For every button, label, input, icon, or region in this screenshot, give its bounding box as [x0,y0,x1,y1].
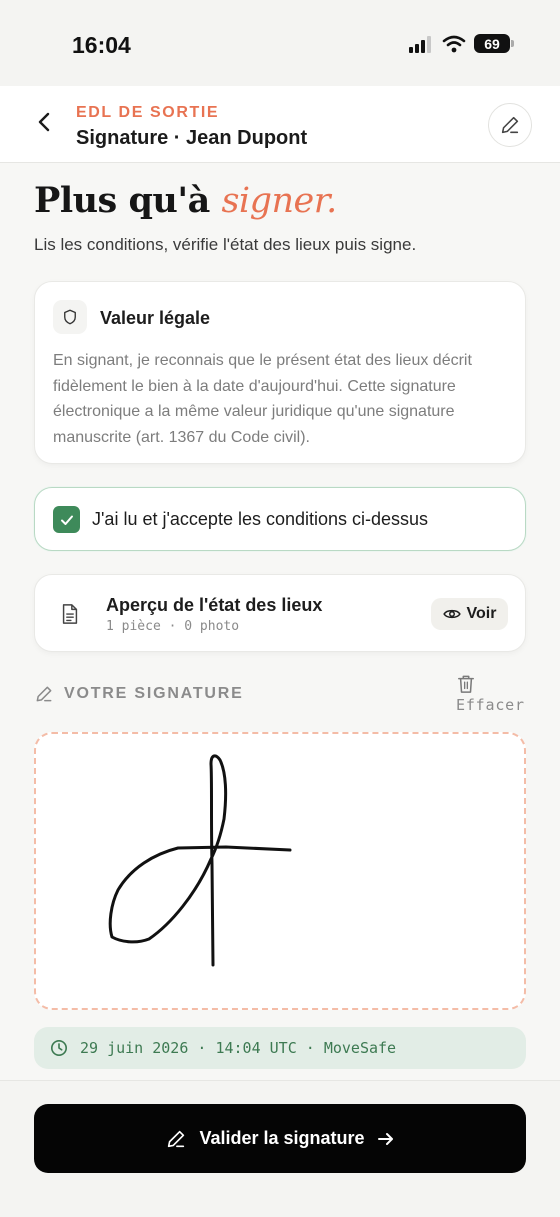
legal-icon-container [53,300,87,334]
legal-value-card: Valeur légale En signant, je reconnais q… [34,281,526,464]
clock-icon [50,1039,68,1057]
pencil-icon [168,1130,185,1147]
clear-signature-label: Effacer [456,696,525,714]
signature-timestamp: 29 juin 2026 · 14:04 UTC · MoveSafe [34,1027,526,1069]
timestamp-text: 29 juin 2026 · 14:04 UTC · MoveSafe [80,1039,397,1057]
status-time: 16:04 [72,32,131,58]
accept-label: J'ai lu et j'accepte les conditions ci-d… [92,509,429,529]
signature-pad[interactable] [34,732,526,1010]
status-icons: 69 [408,34,514,53]
edit-button[interactable] [488,103,532,147]
document-icon-container [53,597,87,631]
page-title-prefix: Plus qu'à [34,180,222,221]
signature-stroke [108,754,292,967]
wifi-icon [442,35,466,52]
validate-signature-button[interactable]: Valider la signature [34,1104,526,1173]
battery-indicator: 69 [474,34,514,53]
arrow-right-icon [377,1132,393,1145]
back-button[interactable] [28,104,60,140]
clear-signature-button[interactable]: Effacer [456,674,526,714]
page-title: Plus qu'à signer. [34,180,337,221]
accept-checkbox[interactable] [53,506,80,533]
check-icon [60,515,73,525]
pencil-icon [501,116,519,134]
header-title: Signature · Jean Dupont [76,127,308,149]
footer-bar: Valider la signature [0,1080,560,1217]
page-title-accent: signer. [221,181,337,221]
trash-icon [458,675,474,693]
accept-conditions-row[interactable]: J'ai lu et j'accepte les conditions ci-d… [34,487,526,551]
legal-title: Valeur légale [100,308,211,328]
preview-meta: 1 pièce · 0 photo [106,619,240,634]
pencil-icon [36,686,52,702]
signature-section-label: VOTRE SIGNATURE [64,685,244,702]
shield-icon [64,309,76,325]
signature-section-header: VOTRE SIGNATURE [34,684,244,704]
view-button-label: Voir [466,605,497,622]
cellular-signal-icon [409,35,431,53]
view-button[interactable]: Voir [431,598,508,630]
validate-signature-label: Valider la signature [199,1128,365,1148]
battery-level: 69 [484,35,500,52]
header-eyebrow: EDL DE SORTIE [76,104,220,121]
preview-card: Aperçu de l'état des lieux 1 pièce · 0 p… [34,574,526,652]
legal-text: En signant, je reconnais que le présent … [53,352,472,446]
eye-icon [442,609,461,619]
page-subtitle: Lis les conditions, vérifie l'état des l… [34,235,417,254]
app-header: EDL DE SORTIE Signature · Jean Dupont [0,86,560,163]
preview-title: Aperçu de l'état des lieux [106,595,323,615]
chevron-left-icon [38,112,50,132]
document-icon [62,604,78,624]
status-bar: 16:04 69 [0,0,560,86]
